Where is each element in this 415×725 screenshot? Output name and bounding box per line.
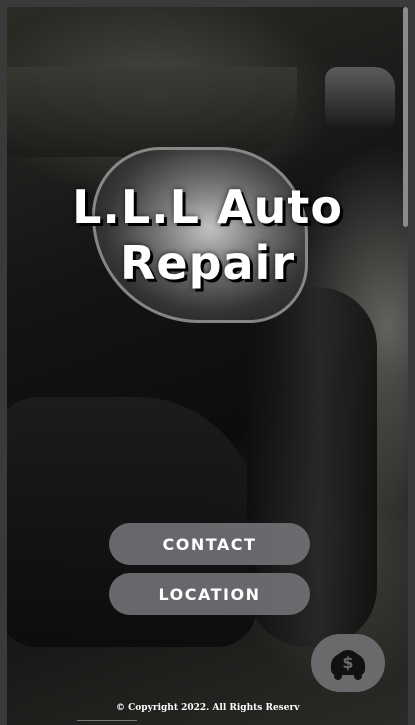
background-car-hood — [7, 67, 297, 157]
payment-button[interactable]: $ — [311, 634, 385, 692]
copyright-text: © Copyright 2022. All Rights Reserv — [116, 703, 300, 713]
contact-button[interactable]: CONTACT — [109, 523, 310, 565]
site-title: L.L.L Auto Repair — [72, 180, 343, 290]
svg-text:$: $ — [342, 653, 353, 672]
dollar-icon: $ — [330, 650, 366, 680]
location-button[interactable]: LOCATION — [109, 573, 310, 615]
browser-frame: L.L.L Auto Repair CONTACT LOCATION $ © C… — [0, 0, 415, 725]
page-viewport: L.L.L Auto Repair CONTACT LOCATION $ © C… — [7, 7, 408, 725]
footer-divider — [77, 720, 137, 721]
background-car-mirror — [325, 67, 395, 127]
